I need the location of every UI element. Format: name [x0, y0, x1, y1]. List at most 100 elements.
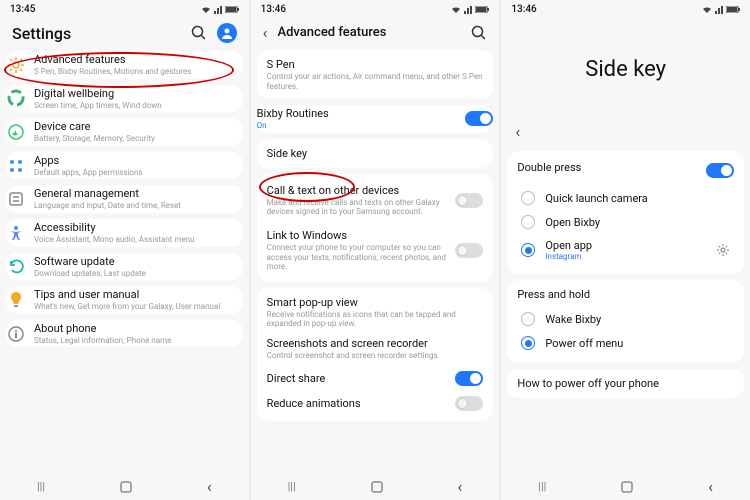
- settings-item-about[interactable]: About phoneStatus, Legal information, Ph…: [6, 320, 243, 348]
- nav-bar: ||| ‹: [0, 471, 249, 500]
- adv-item-call-text[interactable]: Call & text on other devices Make and re…: [267, 182, 484, 219]
- option-power-off[interactable]: Power off menu: [517, 331, 734, 355]
- nav-back[interactable]: ‹: [207, 477, 212, 496]
- nav-recents[interactable]: |||: [288, 480, 296, 493]
- nav-home[interactable]: [620, 480, 634, 494]
- adv-item-side-key[interactable]: Side key: [257, 139, 494, 168]
- adv-item-direct-share[interactable]: Direct share: [267, 369, 484, 388]
- item-title: S Pen: [267, 58, 484, 71]
- settings-item-tips[interactable]: Tips and user manualWhat's new, Get more…: [6, 286, 243, 314]
- item-title: Call & text on other devices: [267, 184, 448, 197]
- status-time: 13:45: [10, 4, 35, 15]
- account-avatar[interactable]: [217, 23, 237, 43]
- radio-icon: [521, 336, 535, 350]
- item-title: Device care: [34, 120, 243, 133]
- advanced-icon: [6, 55, 26, 75]
- adv-item-spen[interactable]: S Pen Control your air actions, Air comm…: [257, 50, 494, 99]
- update-icon: [6, 256, 26, 276]
- nav-recents[interactable]: |||: [538, 480, 546, 493]
- toggle-bixby-routines[interactable]: [465, 111, 493, 126]
- adv-item-screenshots[interactable]: Screenshots and screen recorder Control …: [267, 337, 484, 361]
- page-title: Advanced features: [277, 25, 461, 40]
- settings-item-update[interactable]: Software updateDownload updates, Last up…: [6, 253, 243, 281]
- item-title: About phone: [34, 322, 243, 335]
- nav-back[interactable]: ‹: [708, 477, 713, 496]
- settings-header: Settings: [0, 17, 249, 51]
- battery-icon: [225, 6, 239, 13]
- advanced-list: S Pen Control your air actions, Air comm…: [251, 50, 500, 471]
- settings-list: Advanced featuresS Pen, Bixby Routines, …: [0, 51, 249, 471]
- item-title: Apps: [34, 154, 243, 167]
- search-icon[interactable]: [191, 25, 207, 41]
- item-sub: Screen time, App timers, Wind down: [34, 101, 243, 111]
- item-title: Direct share: [267, 372, 448, 385]
- option-open-app[interactable]: Open app Instagram: [517, 234, 734, 266]
- option-label: Wake Bixby: [545, 313, 730, 326]
- radio-icon: [521, 312, 535, 326]
- settings-item-wellbeing[interactable]: Digital wellbeingScreen time, App timers…: [6, 85, 243, 113]
- adv-item-bixby-routines[interactable]: Bixby Routines On: [257, 105, 494, 133]
- toggle-call-text[interactable]: [455, 193, 483, 208]
- wellbeing-icon: [6, 88, 26, 108]
- how-to-power-off[interactable]: How to power off your phone: [507, 369, 744, 398]
- phone-advanced-features: 13:46 ‹ Advanced features S Pen Control …: [251, 0, 500, 500]
- option-quick-launch-camera[interactable]: Quick launch camera: [517, 186, 734, 210]
- option-wake-bixby[interactable]: Wake Bixby: [517, 307, 734, 331]
- signal-icon: [214, 6, 222, 14]
- battery-icon: [726, 6, 740, 13]
- back-button[interactable]: ‹: [263, 23, 268, 42]
- status-bar: 13:46: [251, 0, 500, 17]
- status-time: 13:46: [511, 4, 536, 15]
- radio-icon: [521, 243, 535, 257]
- wifi-icon: [201, 6, 211, 14]
- item-sub: On: [257, 121, 458, 131]
- advanced-header: ‹ Advanced features: [251, 17, 500, 50]
- settings-item-accessibility[interactable]: AccessibilityVoice Assistant, Mono audio…: [6, 219, 243, 247]
- item-sub: Language and input, Date and time, Reset: [34, 201, 243, 211]
- nav-home[interactable]: [119, 480, 133, 494]
- about-icon: [6, 324, 26, 344]
- option-label: Quick launch camera: [545, 192, 730, 205]
- item-sub: Status, Legal information, Phone name: [34, 336, 243, 346]
- settings-item-apps[interactable]: AppsDefault apps, App permissions: [6, 152, 243, 180]
- item-title: Link to Windows: [267, 229, 448, 242]
- settings-item-device-care[interactable]: Device careBattery, Storage, Memory, Sec…: [6, 118, 243, 146]
- back-button[interactable]: ‹: [515, 122, 520, 141]
- item-title: Advanced features: [34, 53, 243, 66]
- signal-icon: [715, 6, 723, 14]
- double-press-section: Double press Quick launch camera Open Bi…: [507, 151, 744, 274]
- item-sub: Download updates, Last update: [34, 269, 243, 279]
- settings-item-advanced[interactable]: Advanced featuresS Pen, Bixby Routines, …: [6, 51, 243, 79]
- toggle-link-windows[interactable]: [455, 243, 483, 258]
- adv-item-link-windows[interactable]: Link to Windows Connect your phone to yo…: [267, 227, 484, 274]
- general-icon: [6, 189, 26, 209]
- nav-back[interactable]: ‹: [458, 477, 463, 496]
- item-sub: Control screenshot and screen recorder s…: [267, 351, 484, 361]
- toggle-reduce-anim[interactable]: [455, 396, 483, 411]
- status-icons: [451, 6, 489, 14]
- item-title: Smart pop-up view: [267, 296, 484, 309]
- option-label: Power off menu: [545, 337, 730, 350]
- search-icon[interactable]: [471, 25, 487, 41]
- section-label: Double press: [517, 161, 698, 174]
- device-care-icon: [6, 122, 26, 142]
- adv-item-popup[interactable]: Smart pop-up view Receive notifications …: [267, 296, 484, 329]
- battery-icon: [475, 6, 489, 13]
- item-title: Accessibility: [34, 221, 243, 234]
- option-open-bixby[interactable]: Open Bixby: [517, 210, 734, 234]
- toggle-direct-share[interactable]: [455, 371, 483, 386]
- nav-home[interactable]: [370, 480, 384, 494]
- item-sub: Control your air actions, Air command me…: [267, 72, 484, 91]
- item-sub: Receive notifications as icons that can …: [267, 310, 484, 329]
- toggle-double-press[interactable]: [706, 163, 734, 178]
- nav-recents[interactable]: |||: [37, 480, 45, 493]
- settings-item-general[interactable]: General managementLanguage and input, Da…: [6, 185, 243, 213]
- nav-bar: ||| ‹: [251, 471, 500, 500]
- adv-item-reduce-anim[interactable]: Reduce animations: [267, 394, 484, 413]
- gear-icon[interactable]: [716, 243, 730, 257]
- item-sub: What's new, Get more from your Galaxy, U…: [34, 302, 243, 312]
- status-icons: [201, 6, 239, 14]
- item-sub: Default apps, App permissions: [34, 168, 243, 178]
- item-title: General management: [34, 187, 243, 200]
- item-sub: Voice Assistant, Mono audio, Assistant m…: [34, 235, 243, 245]
